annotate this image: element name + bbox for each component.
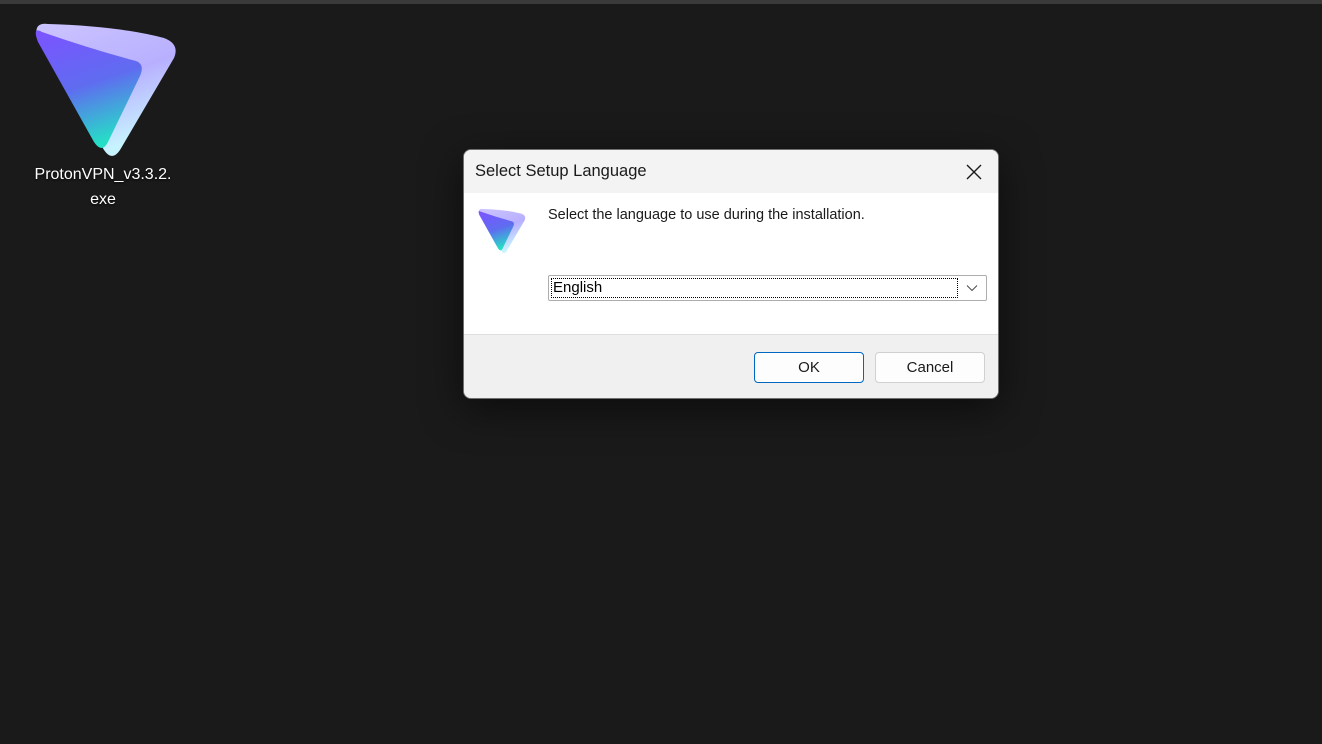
language-select[interactable]: English [548, 275, 987, 301]
desktop-icon-label: ProtonVPN_v3.3.2.exe [34, 166, 172, 208]
installer-logo [476, 207, 526, 258]
protonvpn-logo-icon [35, 23, 176, 156]
dialog-title: Select Setup Language [475, 162, 647, 180]
protonvpn-logo-icon [478, 208, 526, 253]
dialog-footer: OK Cancel [464, 334, 998, 398]
close-icon [966, 164, 982, 179]
language-select-value: English [551, 278, 958, 298]
close-button[interactable] [950, 150, 998, 193]
ok-button[interactable]: OK [754, 352, 864, 383]
dialog-titlebar[interactable]: Select Setup Language [464, 150, 998, 193]
desktop-icon-protonvpn-installer[interactable]: ProtonVPN_v3.3.2.exe [24, 18, 182, 212]
select-setup-language-dialog: Select Setup Language Select the languag… [463, 149, 999, 399]
desktop: ProtonVPN_v3.3.2.exe Select Setup Langua… [0, 0, 1322, 744]
dialog-body: Select the language to use during the in… [464, 193, 998, 335]
chevron-down-icon[interactable] [962, 279, 982, 297]
language-prompt: Select the language to use during the in… [548, 207, 865, 223]
cancel-button[interactable]: Cancel [875, 352, 985, 383]
